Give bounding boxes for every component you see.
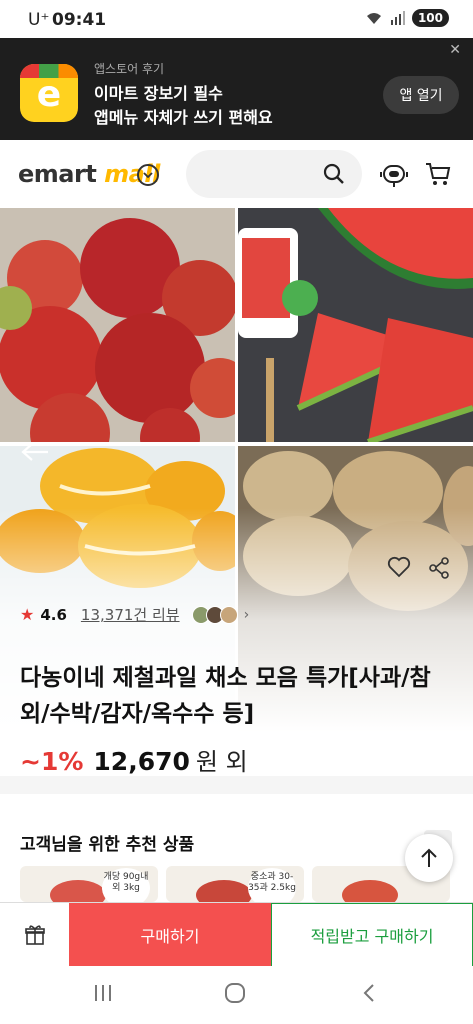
purchase-bar: 구매하기 적립받고 구매하기 — [0, 902, 473, 967]
site-header: emart mall — [0, 140, 473, 208]
carrier-label: U⁺ — [28, 10, 50, 30]
app-install-banner: e 앱스토어 후기 이마트 장보기 필수 앱메뉴 자체가 쓰기 편해요 앱 열기… — [0, 38, 473, 140]
banner-review-label: 앱스토어 후기 — [94, 62, 165, 76]
chevron-right-icon[interactable]: › — [244, 607, 250, 623]
review-photo-thumbnails[interactable] — [191, 605, 238, 624]
apple-image — [0, 208, 235, 442]
recommend-section-title: 고객님을 위한 추천 상품 — [20, 835, 195, 855]
section-divider — [0, 776, 473, 794]
gift-icon — [24, 925, 45, 945]
back-arrow-icon[interactable] — [20, 442, 50, 462]
product-price: 12,670 — [93, 747, 190, 776]
back-icon[interactable] — [358, 982, 380, 1004]
buy-button[interactable]: 구매하기 — [69, 903, 271, 967]
card-tag: 개당 90g내외 3kg — [102, 868, 150, 902]
heart-icon[interactable] — [387, 556, 411, 578]
rating-score: 4.6 — [40, 605, 67, 624]
logo-emart: emart — [18, 160, 97, 188]
chevron-down-icon[interactable] — [137, 164, 159, 186]
chatbot-icon[interactable] — [378, 160, 410, 190]
battery-indicator: 100 — [411, 9, 449, 27]
search-icon[interactable] — [322, 162, 346, 186]
scroll-to-top-button[interactable] — [405, 834, 453, 882]
review-count-link[interactable]: 13,371건 리뷰 — [81, 604, 180, 625]
price-row: ~1% 12,670 원 외 — [20, 742, 248, 777]
open-app-button[interactable]: 앱 열기 — [383, 76, 459, 114]
system-navigation-bar — [0, 966, 473, 1024]
card-tag: 중소과 30-35과 2.5kg — [248, 868, 296, 902]
signal-icon — [390, 11, 405, 25]
status-time: 09:41 — [52, 10, 107, 30]
share-icon[interactable] — [428, 557, 450, 579]
recent-apps-icon[interactable] — [92, 982, 114, 1004]
arrow-up-icon — [421, 848, 437, 867]
recommend-card[interactable]: 개당 90g내외 3kg — [20, 866, 158, 902]
banner-subtitle: 앱메뉴 자체가 쓰기 편해요 — [94, 108, 273, 127]
price-suffix: 원 외 — [195, 748, 248, 776]
star-icon: ★ — [20, 605, 35, 624]
product-title: 다농이네 제철과일 채소 모음 특가[사과/참외/수박/감자/옥수수 등] — [20, 665, 431, 727]
gift-button[interactable] — [0, 903, 69, 967]
earn-points-buy-button[interactable]: 적립받고 구매하기 — [271, 903, 473, 967]
app-icon-letter: e — [36, 74, 62, 115]
banner-title: 이마트 장보기 필수 — [94, 84, 223, 103]
recommend-product-list[interactable]: 개당 90g내외 3kg 중소과 30-35과 2.5kg — [20, 866, 473, 902]
cart-icon[interactable] — [424, 160, 452, 188]
rating-row[interactable]: ★ 4.6 13,371건 리뷰 › — [20, 604, 249, 625]
discount-rate: ~1% — [20, 747, 84, 776]
status-bar: U⁺ 09:41 100 — [0, 0, 473, 38]
wifi-icon — [366, 13, 381, 24]
close-icon[interactable]: ✕ — [449, 42, 461, 58]
emart-app-icon: e — [20, 64, 78, 122]
watermelon-image — [238, 208, 473, 442]
recommend-card[interactable]: 중소과 30-35과 2.5kg — [166, 866, 304, 902]
search-input[interactable] — [186, 150, 362, 198]
home-icon[interactable] — [224, 982, 246, 1004]
status-icons: 100 — [364, 9, 449, 27]
